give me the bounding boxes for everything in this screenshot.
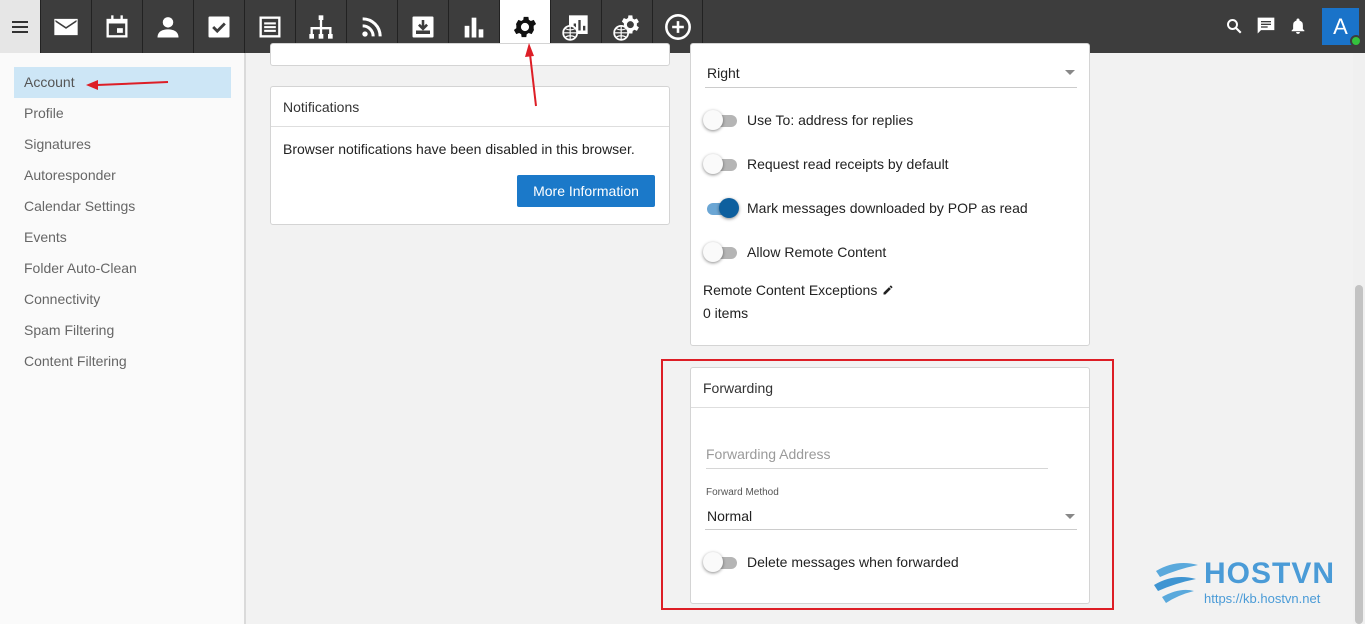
arrow-to-settings — [525, 43, 537, 107]
annotation-arrows — [86, 43, 537, 107]
arrow-to-account — [86, 80, 169, 90]
